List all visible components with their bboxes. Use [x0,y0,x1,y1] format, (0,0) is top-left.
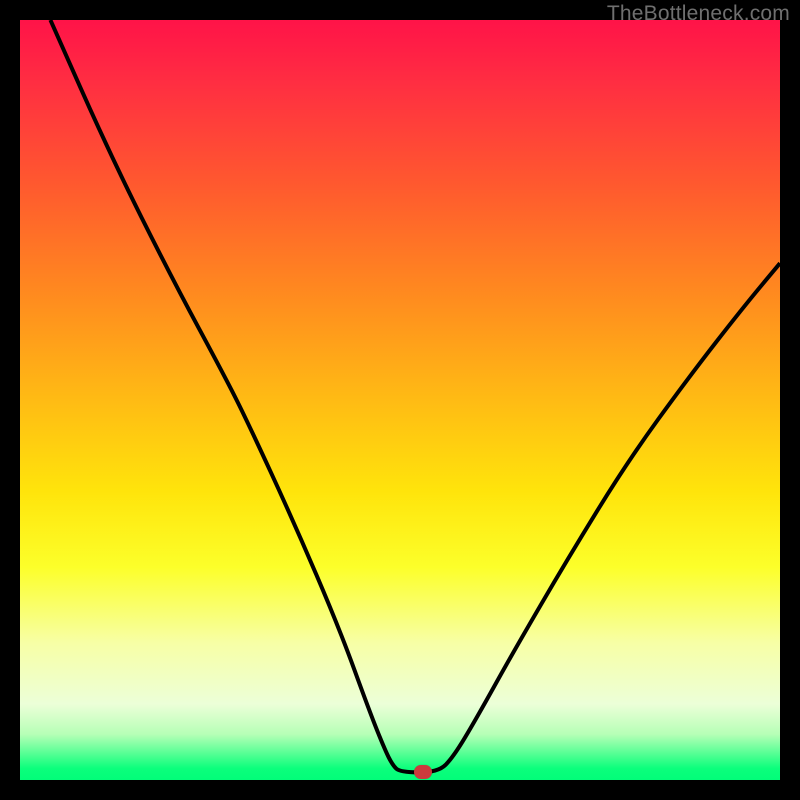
optimal-point-marker [414,765,432,779]
plot-area [20,20,780,780]
bottleneck-curve [50,20,780,772]
curve-layer [20,20,780,780]
watermark-text: TheBottleneck.com [607,2,790,26]
chart-frame: TheBottleneck.com [0,0,800,800]
